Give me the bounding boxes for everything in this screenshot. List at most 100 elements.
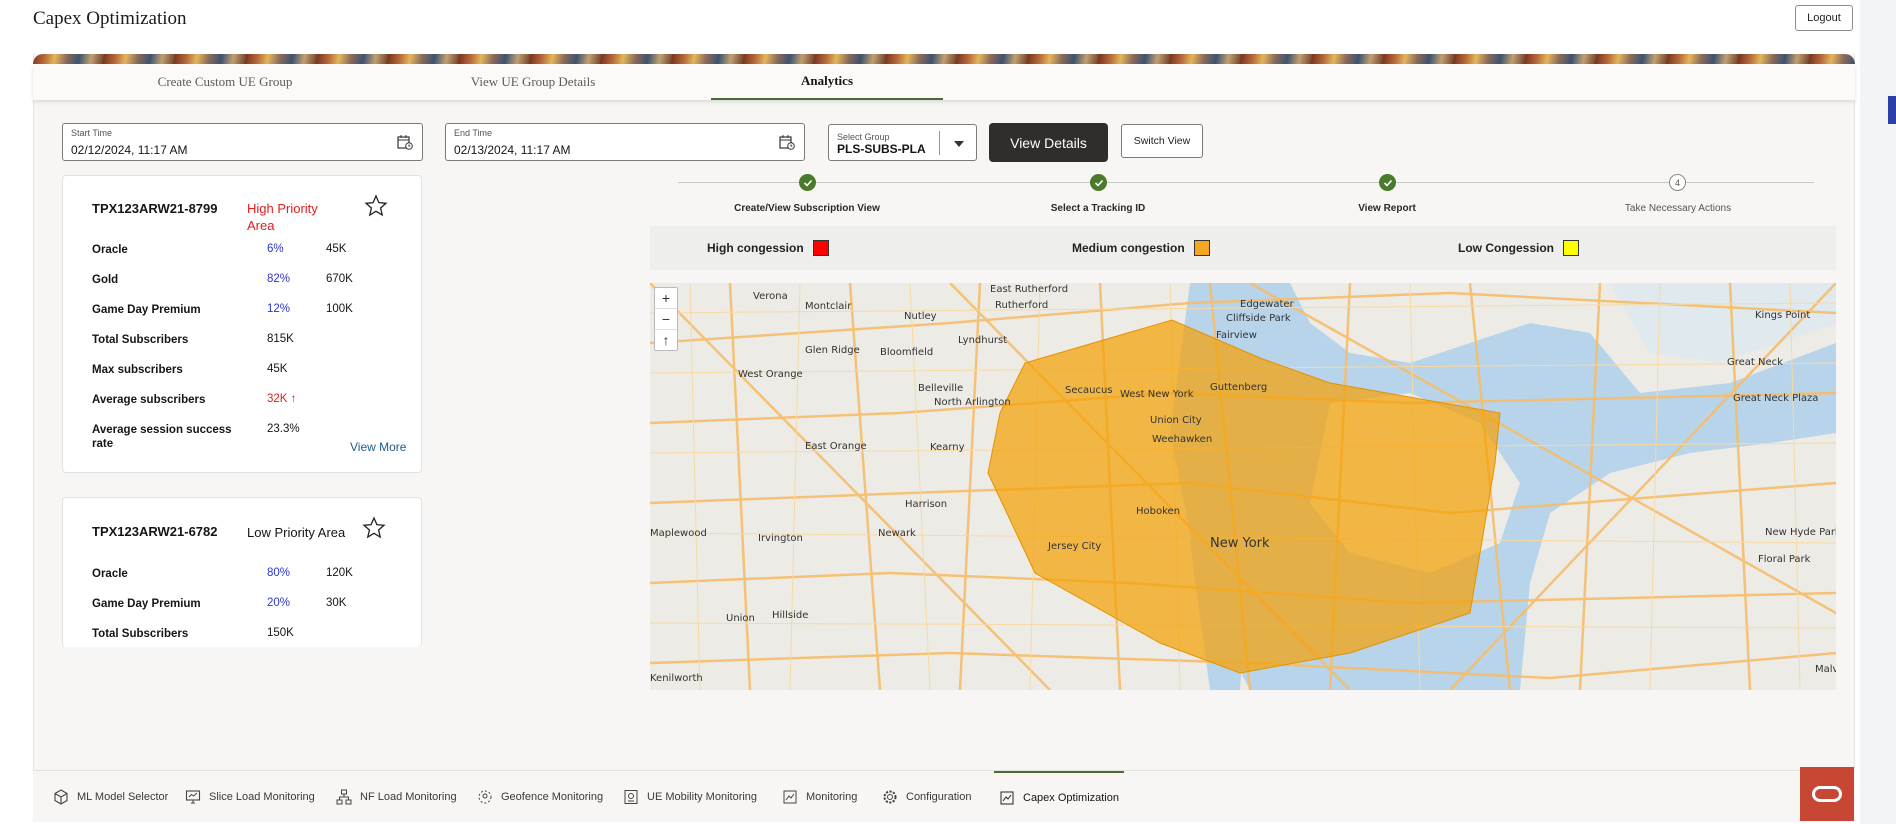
- svg-text:Guttenberg: Guttenberg: [1210, 382, 1267, 393]
- svg-text:Newark: Newark: [878, 528, 916, 539]
- nav-slice-load-monitoring[interactable]: Slice Load Monitoring: [185, 771, 315, 823]
- cube-icon: [54, 789, 68, 805]
- nav-monitoring[interactable]: Monitoring: [782, 771, 857, 823]
- nav-nf-load-monitoring[interactable]: NF Load Monitoring: [336, 771, 457, 823]
- zoom-out-button[interactable]: −: [655, 309, 677, 330]
- decorative-banner: [33, 54, 1855, 64]
- stat-label: Max subscribers: [92, 364, 183, 376]
- nav-ue-mobility-monitoring[interactable]: UE Mobility Monitoring: [623, 771, 757, 823]
- start-time-field[interactable]: Start Time 02/12/2024, 11:17 AM: [62, 123, 423, 161]
- stat-value: 815K: [267, 333, 294, 345]
- svg-text:West New York: West New York: [1120, 389, 1194, 400]
- legend-swatch-yellow: [1563, 240, 1579, 256]
- row-percent: 20%: [267, 597, 291, 609]
- tab-create-custom-ue-group[interactable]: Create Custom UE Group: [95, 64, 355, 100]
- stat-value-trend: 32K ↑: [267, 393, 297, 405]
- svg-text:Hoboken: Hoboken: [1136, 506, 1180, 517]
- congestion-map[interactable]: East Rutherford Edgewater Verona Montcla…: [650, 283, 1836, 690]
- tab-analytics[interactable]: Analytics: [711, 64, 943, 100]
- step-label[interactable]: View Report: [1358, 203, 1416, 214]
- nav-label: Geofence Monitoring: [501, 791, 604, 803]
- chevron-down-icon[interactable]: [954, 141, 964, 147]
- end-time-field[interactable]: End Time 02/13/2024, 11:17 AM: [445, 123, 805, 161]
- stat-value: 23.3%: [267, 423, 300, 435]
- end-time-value: 02/13/2024, 11:17 AM: [454, 143, 571, 157]
- end-time-label: End Time: [454, 128, 493, 138]
- calendar-icon[interactable]: [779, 134, 795, 150]
- svg-text:Secaucus: Secaucus: [1065, 385, 1113, 396]
- calendar-icon[interactable]: [397, 134, 413, 150]
- nav-capex-optimization[interactable]: Capex Optimization: [994, 771, 1124, 823]
- svg-text:Jersey City: Jersey City: [1047, 541, 1101, 552]
- area-card-high-priority: TPX123ARW21-8799 High Priority Area Orac…: [62, 175, 422, 473]
- oracle-logo[interactable]: [1800, 767, 1854, 821]
- reset-north-button[interactable]: ↑: [655, 330, 677, 351]
- legend-item-low: Low Congession: [1458, 226, 1579, 270]
- start-time-label: Start Time: [71, 128, 113, 138]
- step-label[interactable]: Select a Tracking ID: [1051, 203, 1146, 214]
- svg-text:West Orange: West Orange: [738, 369, 803, 380]
- svg-text:Kearny: Kearny: [930, 442, 965, 453]
- logout-button[interactable]: Logout: [1795, 5, 1853, 31]
- nav-label: UE Mobility Monitoring: [647, 791, 758, 803]
- svg-text:Great Neck: Great Neck: [1727, 357, 1783, 368]
- step-complete-icon: [1379, 174, 1396, 191]
- star-icon[interactable]: [362, 516, 386, 540]
- stat-label: Average session success rate: [92, 424, 232, 450]
- dropdown-separator: [939, 131, 940, 155]
- switch-view-button[interactable]: Switch View: [1121, 124, 1203, 158]
- legend-swatch-orange: [1193, 240, 1210, 256]
- card-priority-area: High Priority Area: [247, 201, 318, 233]
- mobility-icon: [624, 790, 638, 804]
- step-label[interactable]: Create/View Subscription View: [734, 203, 880, 214]
- area-card-low-priority: TPX123ARW21-6782 Low Priority Area Oracl…: [62, 497, 422, 647]
- stat-label: Average subscribers: [92, 394, 206, 406]
- svg-text:Kings Point: Kings Point: [1755, 310, 1810, 321]
- svg-text:Floral Park: Floral Park: [1758, 554, 1811, 565]
- row-percent: 80%: [267, 567, 291, 579]
- stat-label: Total Subscribers: [92, 334, 189, 346]
- row-label: Oracle: [92, 568, 128, 580]
- svg-text:East Rutherford: East Rutherford: [990, 284, 1068, 295]
- map-canvas[interactable]: East Rutherford Edgewater Verona Montcla…: [650, 283, 1836, 690]
- zoom-in-button[interactable]: +: [655, 288, 677, 309]
- row-label: Gold: [92, 274, 119, 286]
- network-icon: [336, 789, 352, 805]
- view-details-button[interactable]: View Details: [989, 123, 1108, 162]
- svg-text:Fairview: Fairview: [1216, 330, 1257, 341]
- gear-icon: [883, 790, 897, 804]
- step-label[interactable]: Take Necessary Actions: [1625, 203, 1731, 214]
- nav-geofence-monitoring[interactable]: Geofence Monitoring: [477, 771, 603, 823]
- svg-text:North Arlington: North Arlington: [934, 397, 1011, 408]
- group-select[interactable]: Select Group PLS-SUBS-PLA: [828, 124, 977, 161]
- svg-text:Hillside: Hillside: [772, 610, 808, 621]
- svg-text:Union City: Union City: [1150, 415, 1202, 426]
- svg-text:East Orange: East Orange: [805, 441, 867, 452]
- step-complete-icon: [799, 174, 816, 191]
- svg-text:Edgewater: Edgewater: [1240, 299, 1295, 310]
- start-time-value: 02/12/2024, 11:17 AM: [71, 143, 188, 157]
- congestion-legend: High congession Medium congestion Low Co…: [650, 226, 1836, 270]
- row-value: 670K: [326, 273, 353, 285]
- tab-view-ue-group-details[interactable]: View UE Group Details: [403, 64, 663, 100]
- row-percent: 6%: [267, 243, 284, 255]
- bottom-navigation: ML Model Selector Slice Load Monitoring …: [33, 770, 1855, 822]
- stat-label: Total Subscribers: [92, 628, 189, 640]
- progress-stepper: 4 Create/View Subscription View Select a…: [650, 172, 1836, 222]
- svg-text:Montclair: Montclair: [805, 301, 852, 312]
- svg-text:Union: Union: [726, 613, 755, 624]
- svg-text:Nutley: Nutley: [904, 311, 937, 322]
- nav-ml-model-selector[interactable]: ML Model Selector: [53, 771, 168, 823]
- svg-text:Bloomfield: Bloomfield: [880, 347, 933, 358]
- capex-icon: [1000, 791, 1014, 805]
- row-label: Oracle: [92, 244, 128, 256]
- view-more-link[interactable]: View More: [350, 440, 406, 454]
- svg-text:Weehawken: Weehawken: [1152, 434, 1212, 445]
- card-tracking-id: TPX123ARW21-8799: [92, 201, 218, 216]
- svg-text:New Hyde Park: New Hyde Park: [1765, 527, 1836, 538]
- star-icon[interactable]: [364, 194, 388, 218]
- nav-configuration[interactable]: Configuration: [882, 771, 971, 823]
- scroll-marker: [1888, 96, 1896, 124]
- row-label: Game Day Premium: [92, 304, 201, 316]
- chart-icon: [783, 790, 797, 804]
